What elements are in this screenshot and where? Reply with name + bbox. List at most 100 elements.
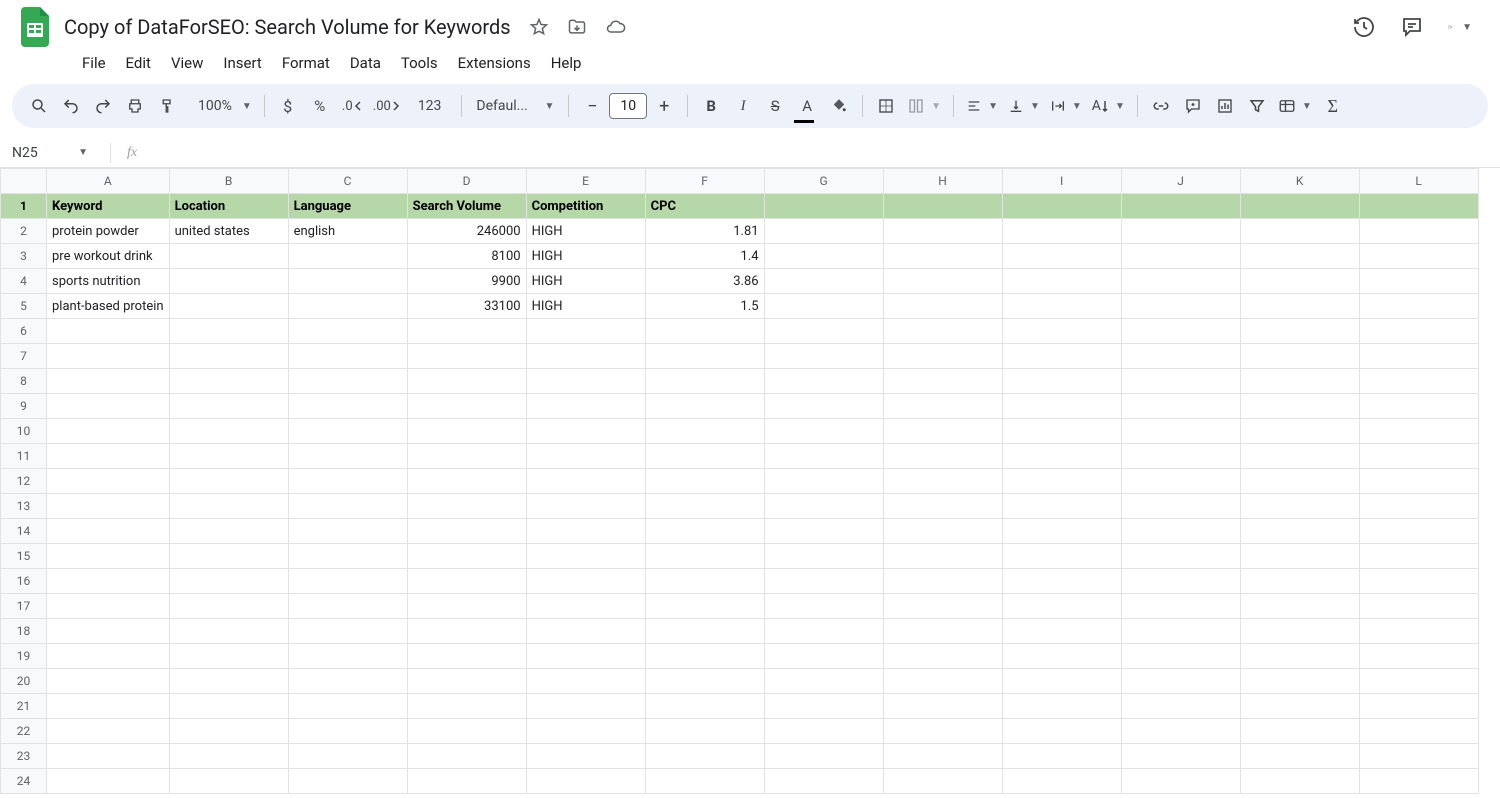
menu-edit[interactable]: Edit	[118, 50, 159, 76]
cell-L12[interactable]	[1359, 469, 1478, 494]
cell-G11[interactable]	[764, 444, 883, 469]
cell-I8[interactable]	[1002, 369, 1121, 394]
cell-G22[interactable]	[764, 719, 883, 744]
cell-C11[interactable]	[288, 444, 407, 469]
col-header-D[interactable]: D	[407, 169, 526, 194]
cell-B13[interactable]	[169, 494, 288, 519]
cell-H22[interactable]	[883, 719, 1002, 744]
cell-D14[interactable]	[407, 519, 526, 544]
strikethrough-icon[interactable]: S	[760, 91, 790, 121]
cell-E19[interactable]	[526, 644, 645, 669]
col-header-F[interactable]: F	[645, 169, 764, 194]
cell-J5[interactable]	[1121, 294, 1240, 319]
cell-J23[interactable]	[1121, 744, 1240, 769]
cell-J1[interactable]	[1121, 194, 1240, 219]
cell-D1[interactable]: Search Volume	[407, 194, 526, 219]
cell-L7[interactable]	[1359, 344, 1478, 369]
cell-F14[interactable]	[645, 519, 764, 544]
cell-A18[interactable]	[47, 619, 170, 644]
cell-K9[interactable]	[1240, 394, 1359, 419]
row-header-23[interactable]: 23	[1, 744, 47, 769]
cell-C19[interactable]	[288, 644, 407, 669]
cell-I6[interactable]	[1002, 319, 1121, 344]
cell-H7[interactable]	[883, 344, 1002, 369]
cell-L8[interactable]	[1359, 369, 1478, 394]
cell-F19[interactable]	[645, 644, 764, 669]
cell-C12[interactable]	[288, 469, 407, 494]
cell-H16[interactable]	[883, 569, 1002, 594]
cell-B5[interactable]	[169, 294, 288, 319]
cell-K12[interactable]	[1240, 469, 1359, 494]
cell-B11[interactable]	[169, 444, 288, 469]
cell-D22[interactable]	[407, 719, 526, 744]
cell-L5[interactable]	[1359, 294, 1478, 319]
text-rotation-icon[interactable]: A▼	[1088, 91, 1129, 121]
cell-A5[interactable]: plant-based protein	[47, 294, 170, 319]
row-header-14[interactable]: 14	[1, 519, 47, 544]
format-currency-icon[interactable]: $	[273, 91, 303, 121]
cell-F15[interactable]	[645, 544, 764, 569]
cell-E2[interactable]: HIGH	[526, 219, 645, 244]
cell-J2[interactable]	[1121, 219, 1240, 244]
cell-G9[interactable]	[764, 394, 883, 419]
cell-C1[interactable]: Language	[288, 194, 407, 219]
cell-B21[interactable]	[169, 694, 288, 719]
menu-extensions[interactable]: Extensions	[450, 50, 539, 76]
cell-E5[interactable]: HIGH	[526, 294, 645, 319]
row-header-6[interactable]: 6	[1, 319, 47, 344]
cell-C16[interactable]	[288, 569, 407, 594]
history-icon[interactable]	[1352, 15, 1376, 39]
cell-F2[interactable]: 1.81	[645, 219, 764, 244]
cell-I15[interactable]	[1002, 544, 1121, 569]
cell-F23[interactable]	[645, 744, 764, 769]
cell-B3[interactable]	[169, 244, 288, 269]
cell-G17[interactable]	[764, 594, 883, 619]
cell-J10[interactable]	[1121, 419, 1240, 444]
cell-I16[interactable]	[1002, 569, 1121, 594]
cell-A1[interactable]: Keyword	[47, 194, 170, 219]
cell-B18[interactable]	[169, 619, 288, 644]
cell-A11[interactable]	[47, 444, 170, 469]
cell-E16[interactable]	[526, 569, 645, 594]
cell-G3[interactable]	[764, 244, 883, 269]
cell-H23[interactable]	[883, 744, 1002, 769]
name-box[interactable]: N25 ▼	[0, 145, 100, 161]
insert-chart-icon[interactable]	[1210, 91, 1240, 121]
fill-color-icon[interactable]	[824, 91, 854, 121]
cell-F3[interactable]: 1.4	[645, 244, 764, 269]
search-icon[interactable]	[24, 91, 54, 121]
cell-A3[interactable]: pre workout drink	[47, 244, 170, 269]
cell-F5[interactable]: 1.5	[645, 294, 764, 319]
cell-A21[interactable]	[47, 694, 170, 719]
cell-I18[interactable]	[1002, 619, 1121, 644]
cell-I24[interactable]	[1002, 769, 1121, 794]
row-header-11[interactable]: 11	[1, 444, 47, 469]
cell-G4[interactable]	[764, 269, 883, 294]
cell-A16[interactable]	[47, 569, 170, 594]
cell-L1[interactable]	[1359, 194, 1478, 219]
cell-F11[interactable]	[645, 444, 764, 469]
cell-H11[interactable]	[883, 444, 1002, 469]
cell-E6[interactable]	[526, 319, 645, 344]
cell-G12[interactable]	[764, 469, 883, 494]
col-header-L[interactable]: L	[1359, 169, 1478, 194]
col-header-J[interactable]: J	[1121, 169, 1240, 194]
cell-D18[interactable]	[407, 619, 526, 644]
cell-C5[interactable]	[288, 294, 407, 319]
cell-J11[interactable]	[1121, 444, 1240, 469]
insert-comment-icon[interactable]	[1178, 91, 1208, 121]
cell-I7[interactable]	[1002, 344, 1121, 369]
cell-I21[interactable]	[1002, 694, 1121, 719]
cell-K6[interactable]	[1240, 319, 1359, 344]
cell-H12[interactable]	[883, 469, 1002, 494]
cloud-status-icon[interactable]	[603, 15, 627, 39]
cell-D3[interactable]: 8100	[407, 244, 526, 269]
row-header-20[interactable]: 20	[1, 669, 47, 694]
cell-L2[interactable]	[1359, 219, 1478, 244]
cell-E20[interactable]	[526, 669, 645, 694]
cell-E17[interactable]	[526, 594, 645, 619]
cell-G16[interactable]	[764, 569, 883, 594]
cell-C2[interactable]: english	[288, 219, 407, 244]
col-header-H[interactable]: H	[883, 169, 1002, 194]
cell-L24[interactable]	[1359, 769, 1478, 794]
